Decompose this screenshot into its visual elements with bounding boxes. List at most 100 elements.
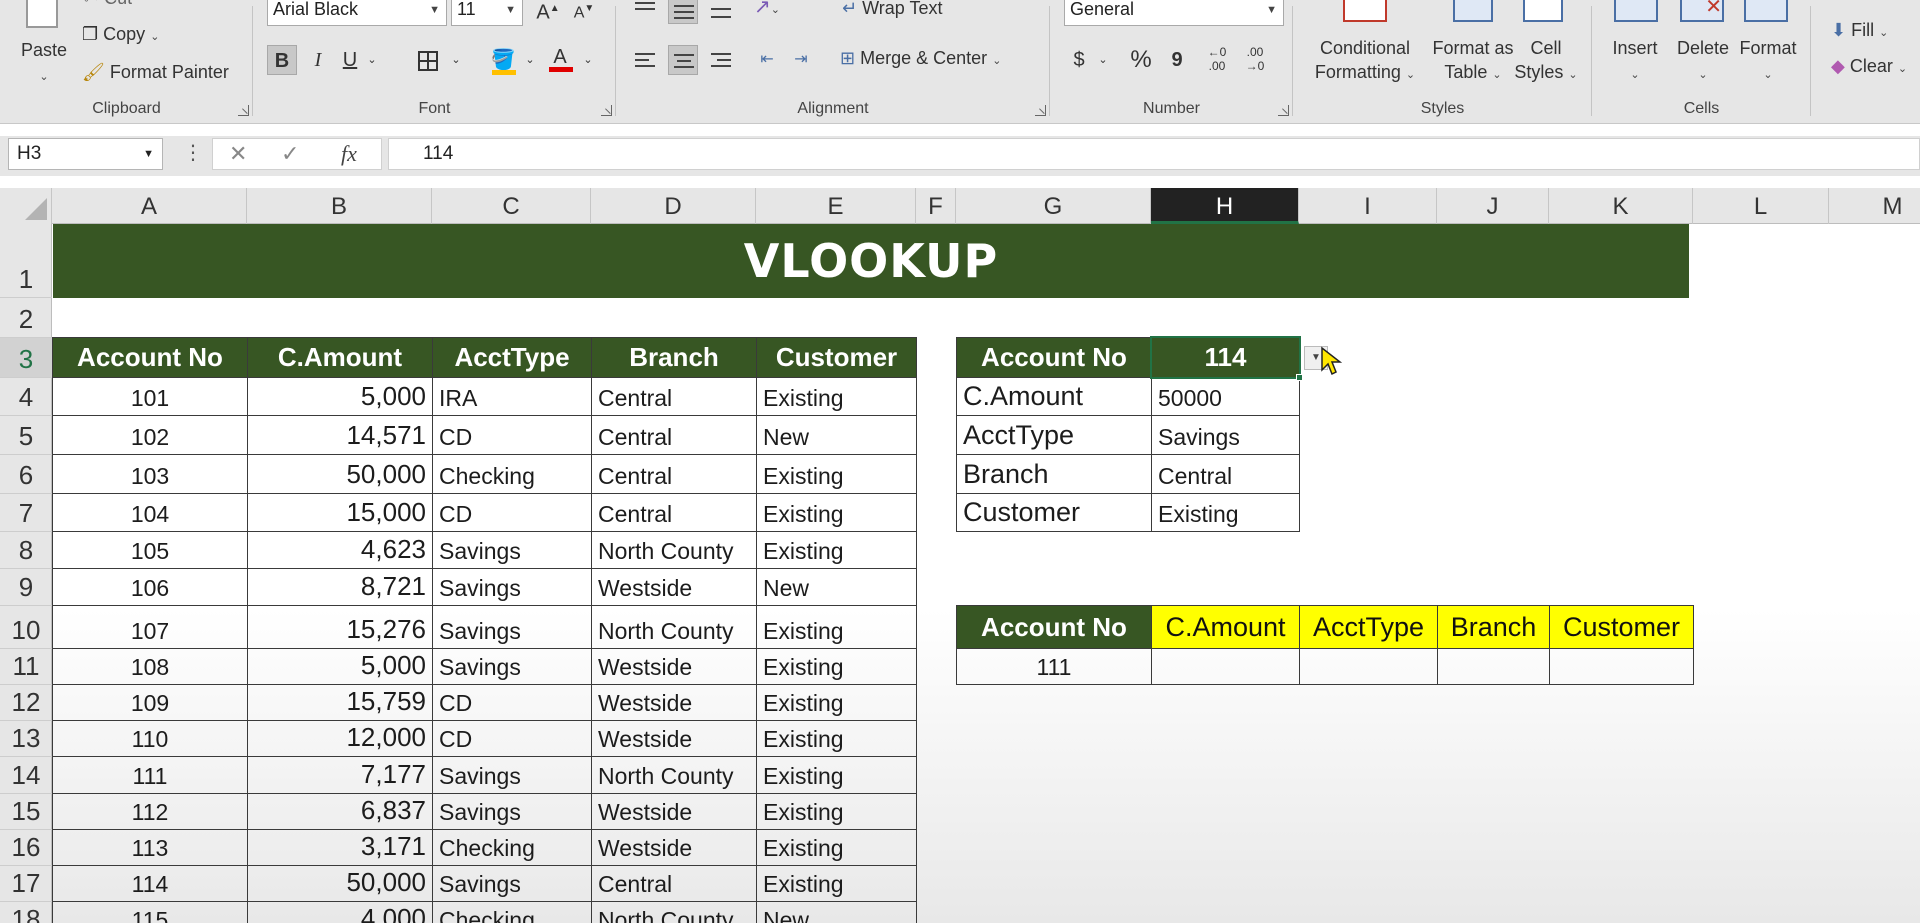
table-header[interactable]: Account No: [52, 337, 248, 378]
comma-style-button[interactable]: 9: [1162, 45, 1192, 75]
more-options-icon[interactable]: ⋮: [183, 140, 203, 165]
lookup-field-label[interactable]: C.Amount: [956, 377, 1152, 416]
decrease-indent-button[interactable]: ⇤: [752, 45, 782, 75]
cancel-icon[interactable]: ✕: [229, 141, 247, 167]
column-header-m[interactable]: M: [1829, 188, 1920, 224]
table-cell-account[interactable]: 102: [52, 415, 248, 455]
table-cell-type[interactable]: Savings: [432, 531, 592, 569]
hlookup-key-header[interactable]: Account No: [956, 605, 1152, 649]
format-painter-button[interactable]: 🖌 Format Painter: [82, 62, 229, 83]
format-button[interactable]: Format ⌄: [1732, 36, 1804, 87]
merge-center-button[interactable]: ⊞ Merge & Center ⌄: [840, 48, 1001, 69]
table-cell-customer[interactable]: Existing: [756, 720, 917, 757]
table-cell-branch[interactable]: North County: [591, 605, 757, 649]
table-cell-amount[interactable]: 50,000: [247, 454, 433, 494]
table-cell-branch[interactable]: Westside: [591, 648, 757, 685]
table-cell-amount[interactable]: 5,000: [247, 648, 433, 685]
row-header-18[interactable]: 18: [0, 902, 52, 923]
table-cell-branch[interactable]: North County: [591, 756, 757, 794]
format-as-table-button[interactable]: Format as Table ⌄: [1423, 36, 1523, 87]
name-box[interactable]: H3 ▼: [8, 138, 163, 170]
align-center-button[interactable]: [668, 45, 698, 75]
fill-color-dropdown-icon[interactable]: ⌄: [515, 45, 545, 75]
increase-indent-button[interactable]: ⇥: [786, 45, 816, 75]
row-header-8[interactable]: 8: [0, 532, 52, 569]
table-cell-type[interactable]: Checking: [432, 829, 592, 866]
row-header-14[interactable]: 14: [0, 757, 52, 794]
grow-font-button[interactable]: A▲: [533, 0, 563, 24]
table-cell-customer[interactable]: Existing: [756, 793, 917, 830]
table-cell-customer[interactable]: Existing: [756, 829, 917, 866]
table-cell-branch[interactable]: Central: [591, 493, 757, 532]
orientation-button[interactable]: ↗⌄: [752, 0, 782, 22]
hlookup-header[interactable]: Branch: [1437, 605, 1550, 649]
table-cell-type[interactable]: CD: [432, 493, 592, 532]
borders-button[interactable]: [413, 45, 443, 75]
cell-styles-button[interactable]: Cell Styles ⌄: [1511, 36, 1581, 87]
number-format-select[interactable]: General ▼: [1064, 0, 1284, 26]
table-cell-branch[interactable]: Central: [591, 865, 757, 902]
row-header-10[interactable]: 10: [0, 606, 52, 649]
font-name-select[interactable]: Arial Black ▼: [267, 0, 447, 26]
hlookup-header[interactable]: AcctType: [1299, 605, 1438, 649]
lookup-key-label[interactable]: Account No: [956, 337, 1152, 378]
font-color-dropdown-icon[interactable]: ⌄: [573, 45, 603, 75]
table-cell-account[interactable]: 114: [52, 865, 248, 902]
table-cell-customer[interactable]: Existing: [756, 454, 917, 494]
title-banner[interactable]: VLOOKUP: [53, 224, 1689, 298]
clipboard-launcher-icon[interactable]: [238, 105, 249, 116]
row-header-1[interactable]: 1: [0, 224, 52, 298]
lookup-field-label[interactable]: AcctType: [956, 415, 1152, 455]
table-cell-account[interactable]: 101: [52, 377, 248, 416]
table-cell-customer[interactable]: New: [756, 901, 917, 923]
decrease-decimal-button[interactable]: .00 →0: [1240, 45, 1270, 75]
lookup-field-label[interactable]: Branch: [956, 454, 1152, 494]
table-cell-branch[interactable]: Westside: [591, 793, 757, 830]
table-cell-branch[interactable]: Westside: [591, 720, 757, 757]
insert-function-icon[interactable]: fx: [341, 141, 357, 167]
table-cell-customer[interactable]: New: [756, 568, 917, 606]
table-cell-amount[interactable]: 8,721: [247, 568, 433, 606]
table-cell-account[interactable]: 113: [52, 829, 248, 866]
table-cell-account[interactable]: 104: [52, 493, 248, 532]
currency-dropdown-icon[interactable]: ⌄: [1088, 45, 1118, 75]
number-launcher-icon[interactable]: [1278, 105, 1289, 116]
column-header-a[interactable]: A: [52, 188, 247, 224]
table-cell-type[interactable]: Savings: [432, 865, 592, 902]
column-header-h[interactable]: H: [1151, 188, 1299, 224]
table-cell-account[interactable]: 111: [52, 756, 248, 794]
table-cell-customer[interactable]: Existing: [756, 648, 917, 685]
table-cell-customer[interactable]: Existing: [756, 605, 917, 649]
lookup-field-value[interactable]: Existing: [1151, 493, 1300, 532]
hlookup-header[interactable]: Customer: [1549, 605, 1694, 649]
italic-button[interactable]: I: [303, 45, 333, 75]
lookup-field-value[interactable]: Central: [1151, 454, 1300, 494]
hlookup-result-cell[interactable]: [1549, 648, 1694, 685]
table-cell-amount[interactable]: 4,623: [247, 531, 433, 569]
align-left-button[interactable]: [630, 45, 660, 75]
table-cell-account[interactable]: 110: [52, 720, 248, 757]
row-header-17[interactable]: 17: [0, 866, 52, 902]
increase-decimal-button[interactable]: ←0.00: [1202, 45, 1232, 75]
fill-button[interactable]: ⬇ Fill ⌄: [1831, 20, 1888, 41]
table-cell-customer[interactable]: Existing: [756, 377, 917, 416]
table-cell-amount[interactable]: 50,000: [247, 865, 433, 902]
paste-button[interactable]: Paste ⌄: [14, 38, 74, 89]
column-header-i[interactable]: I: [1299, 188, 1437, 224]
alignment-launcher-icon[interactable]: [1035, 105, 1046, 116]
row-header-7[interactable]: 7: [0, 494, 52, 532]
insert-button[interactable]: Insert ⌄: [1600, 36, 1670, 87]
table-cell-amount[interactable]: 12,000: [247, 720, 433, 757]
percent-button[interactable]: %: [1126, 45, 1156, 75]
font-color-button[interactable]: A: [545, 42, 575, 72]
table-cell-amount[interactable]: 15,000: [247, 493, 433, 532]
bottom-align-button[interactable]: [706, 0, 736, 24]
fill-handle[interactable]: [1296, 374, 1303, 381]
table-cell-type[interactable]: Savings: [432, 568, 592, 606]
row-header-15[interactable]: 15: [0, 794, 52, 830]
row-header-9[interactable]: 9: [0, 569, 52, 606]
table-cell-account[interactable]: 112: [52, 793, 248, 830]
lookup-field-value[interactable]: Savings: [1151, 415, 1300, 455]
table-header[interactable]: AcctType: [432, 337, 592, 378]
table-cell-account[interactable]: 106: [52, 568, 248, 606]
